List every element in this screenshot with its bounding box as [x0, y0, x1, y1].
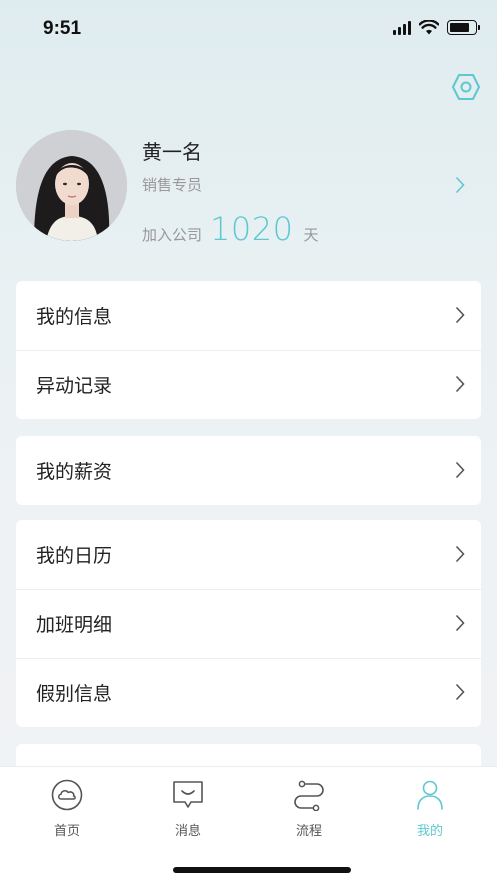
join-duration: 加入公司 1020 天 — [142, 210, 318, 248]
menu-item-change-record[interactable]: 异动记录 — [16, 350, 481, 419]
menu-card-salary: 我的薪资 — [16, 436, 481, 505]
status-bar: 9:51 — [0, 0, 497, 60]
chevron-right-icon — [455, 375, 465, 393]
cellular-signal-icon — [393, 20, 411, 35]
tab-messages[interactable]: 消息 — [138, 775, 238, 839]
profile-header[interactable]: 黄一名 销售专员 加入公司 1020 天 — [16, 130, 481, 248]
flow-icon — [294, 780, 324, 811]
menu-item-label: 我的薪资 — [36, 461, 113, 483]
menu-item-label: 我的日历 — [36, 545, 113, 567]
message-bubble-icon — [173, 781, 203, 808]
menu-item-overtime-detail[interactable]: 加班明细 — [16, 589, 481, 658]
tab-label: 流程 — [295, 824, 322, 839]
menu-item-my-salary[interactable]: 我的薪资 — [16, 436, 481, 505]
person-icon — [417, 780, 443, 810]
join-suffix: 天 — [303, 226, 319, 244]
chevron-right-icon — [455, 461, 465, 479]
menu-item-leave-info[interactable]: 假别信息 — [16, 658, 481, 727]
menu-item-label: 假别信息 — [36, 683, 113, 705]
cloud-circle-icon — [51, 779, 83, 811]
chevron-right-icon — [455, 614, 465, 632]
chevron-right-icon — [455, 683, 465, 701]
tab-process[interactable]: 流程 — [259, 775, 359, 839]
join-days: 1020 — [210, 210, 294, 248]
status-time: 9:51 — [43, 18, 82, 39]
menu-item-my-calendar[interactable]: 我的日历 — [16, 520, 481, 589]
battery-icon — [447, 20, 480, 35]
status-icons — [393, 20, 480, 35]
tab-label: 首页 — [53, 824, 80, 839]
avatar[interactable] — [16, 130, 127, 241]
menu-item-label: 异动记录 — [36, 375, 113, 397]
tab-label: 消息 — [174, 824, 201, 839]
bottom-tab-bar: 首页 消息 流程 我的 — [0, 766, 497, 883]
user-role: 销售专员 — [142, 176, 203, 194]
menu-item-my-info[interactable]: 我的信息 — [16, 281, 481, 350]
join-prefix: 加入公司 — [142, 226, 203, 244]
tab-label: 我的 — [416, 824, 443, 839]
menu-card-info: 我的信息 异动记录 — [16, 281, 481, 419]
chevron-right-icon — [455, 176, 465, 194]
wifi-icon — [419, 20, 439, 35]
menu-item-label: 我的信息 — [36, 306, 113, 328]
menu-item-label: 加班明细 — [36, 614, 113, 636]
settings-hexagon-icon[interactable] — [451, 72, 481, 102]
chevron-right-icon — [455, 306, 465, 324]
home-indicator — [173, 867, 351, 873]
tab-home[interactable]: 首页 — [17, 775, 117, 839]
chevron-right-icon — [455, 545, 465, 563]
user-name: 黄一名 — [142, 140, 202, 164]
menu-card-attendance: 我的日历 加班明细 假别信息 — [16, 520, 481, 727]
tab-mine[interactable]: 我的 — [380, 775, 480, 839]
